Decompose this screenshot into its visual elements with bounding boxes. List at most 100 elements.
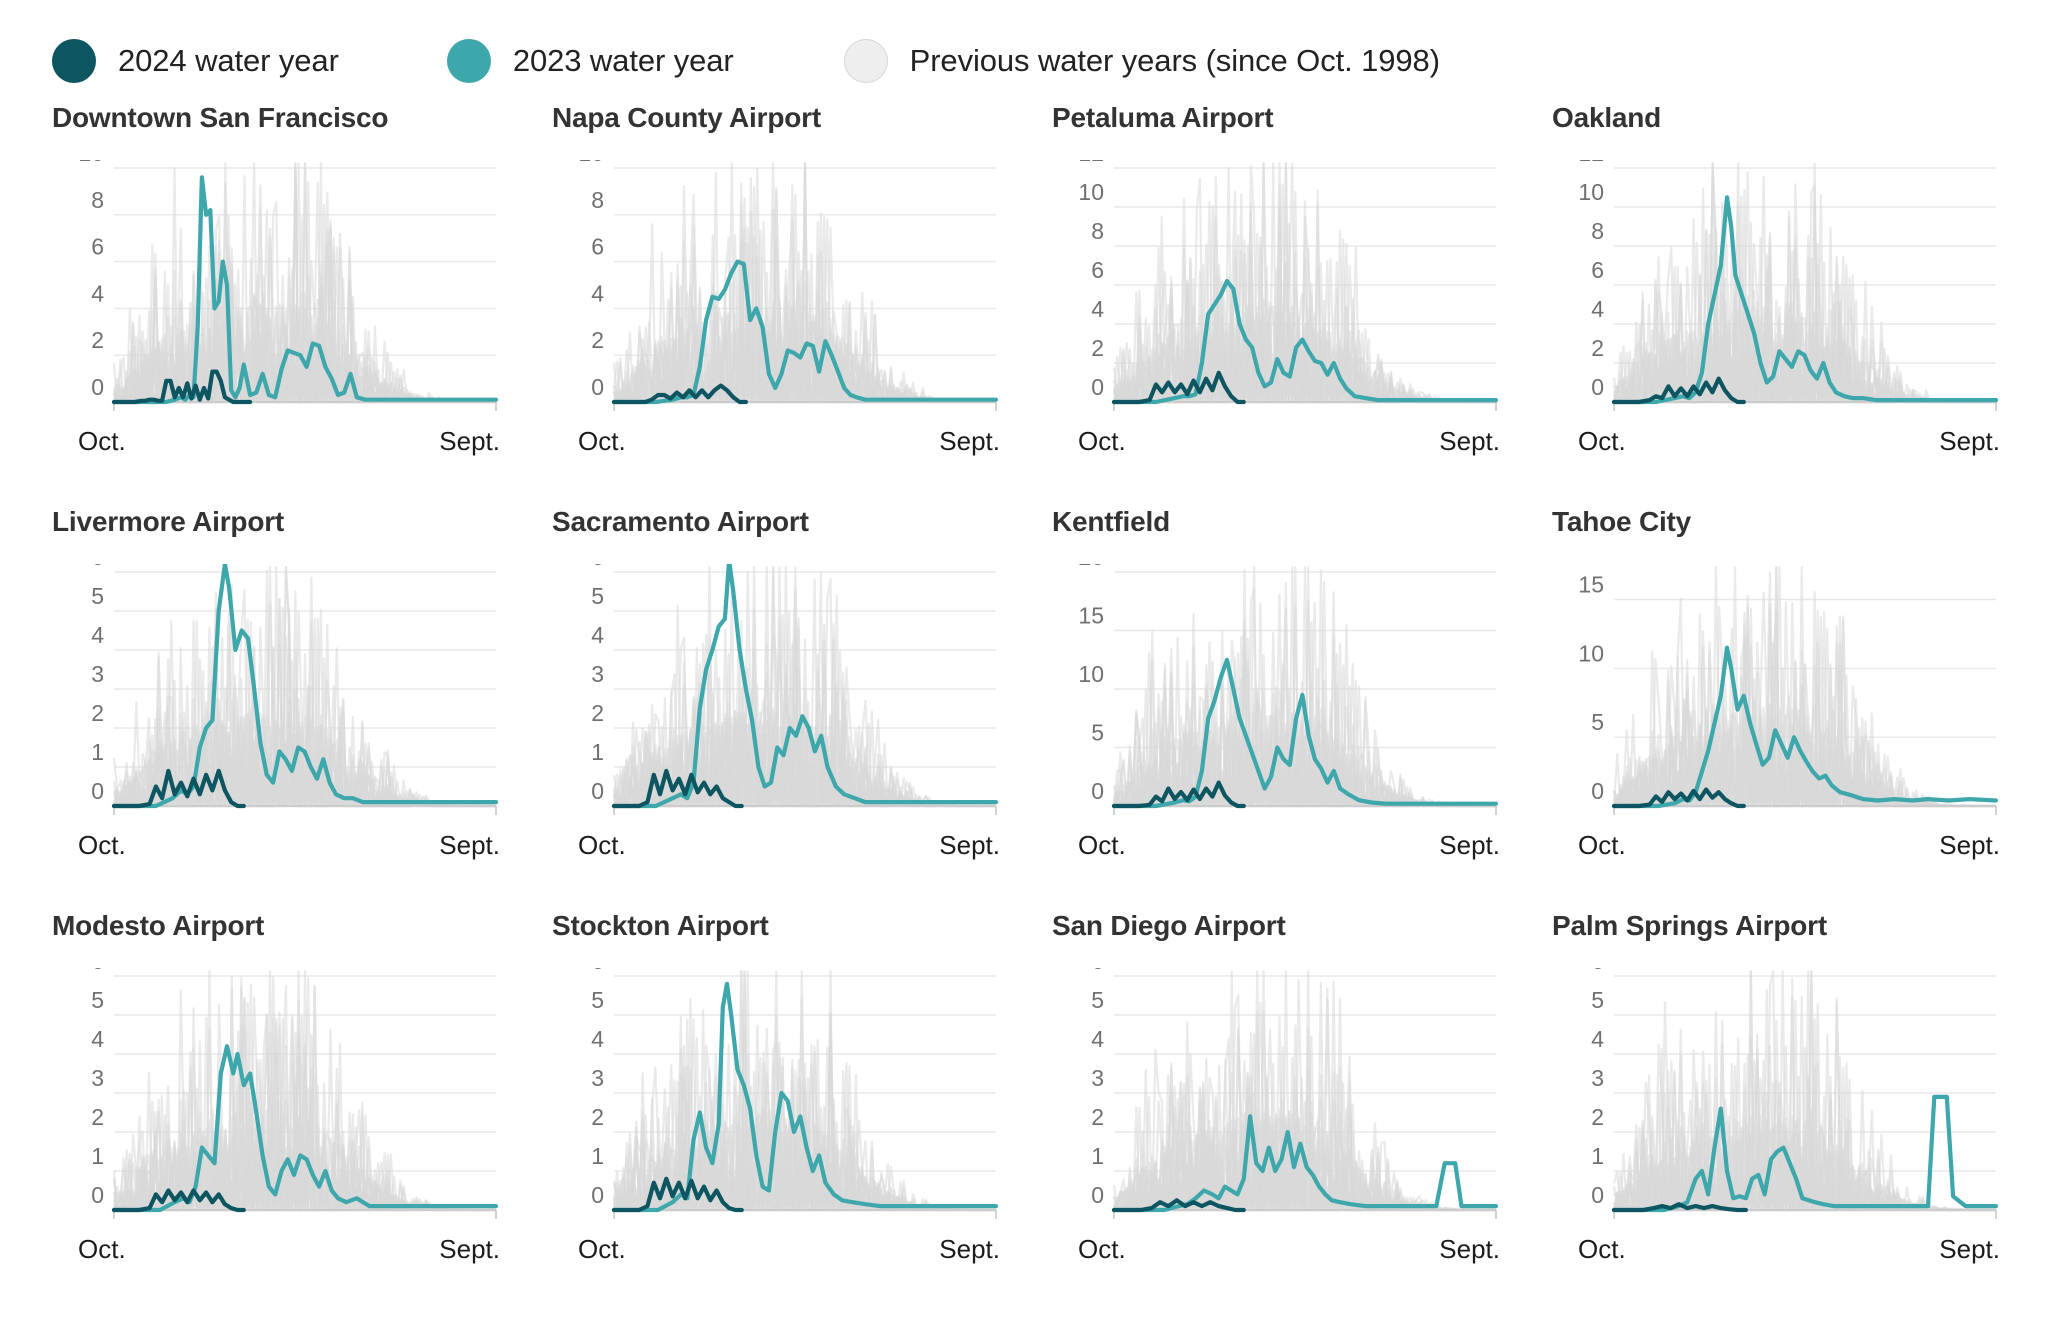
- svg-text:2: 2: [91, 1104, 104, 1130]
- legend-label-previous: Previous water years (since Oct. 1998): [909, 43, 1440, 78]
- chart-panel[interactable]: Downtown San Francisco 10 8 6 4 2 0 Oct. Sept.: [52, 96, 552, 500]
- x-axis: Oct. Sept.: [1552, 824, 2000, 872]
- chart-panel-title: Tahoe City: [1552, 506, 1692, 537]
- svg-text:6: 6: [1591, 257, 1604, 283]
- legend-item-2024[interactable]: 2024 water year: [52, 37, 339, 85]
- svg-text:4: 4: [1591, 1026, 1604, 1052]
- x-axis-end-label: Sept.: [1939, 1234, 2000, 1264]
- svg-text:0: 0: [1591, 778, 1604, 804]
- svg-text:5: 5: [91, 987, 104, 1013]
- plot-area[interactable]: 12 10 8 6 4 2 0: [1552, 160, 2000, 418]
- chart-panel[interactable]: Kentfield 20 15 10 5 0 Oct. Sept.: [1052, 500, 1552, 904]
- svg-text:10: 10: [578, 160, 604, 166]
- x-axis: Oct. Sept.: [52, 1228, 500, 1276]
- chart-panel[interactable]: Sacramento Airport 6 5 4 3 2 1 0 Oct. Sept.: [552, 500, 1052, 904]
- x-axis-end-label: Sept.: [1939, 426, 2000, 456]
- svg-text:8: 8: [1091, 218, 1104, 244]
- line-chart-svg: 12 10 8 6 4 2 0: [1078, 160, 1499, 411]
- svg-text:4: 4: [91, 280, 104, 306]
- svg-text:6: 6: [591, 968, 604, 974]
- svg-text:6: 6: [1091, 968, 1104, 974]
- svg-text:6: 6: [91, 564, 104, 570]
- x-axis-start-label: Oct.: [578, 1234, 626, 1264]
- chart-panel-title: Petaluma Airport: [1052, 102, 1274, 133]
- x-axis: Oct. Sept.: [1052, 824, 1500, 872]
- x-axis-start-label: Oct.: [1078, 1234, 1126, 1264]
- svg-text:5: 5: [91, 583, 104, 609]
- svg-text:10: 10: [1578, 640, 1604, 666]
- x-axis: Oct. Sept.: [552, 1228, 1000, 1276]
- water-year-precipitation-dashboard: 2024 water year 2023 water year Previous…: [0, 0, 2048, 1336]
- svg-text:0: 0: [1591, 1182, 1604, 1208]
- x-axis: Oct. Sept.: [552, 420, 1000, 468]
- svg-text:2: 2: [1591, 1104, 1604, 1130]
- chart-panel[interactable]: Palm Springs Airport 6 5 4 3 2 1 0 Oct. Sept.: [1552, 904, 2048, 1308]
- svg-text:6: 6: [1091, 257, 1104, 283]
- x-axis-end-label: Sept.: [1439, 1234, 1500, 1264]
- x-axis-start-label: Oct.: [1078, 830, 1126, 860]
- svg-text:5: 5: [591, 583, 604, 609]
- plot-area[interactable]: 12 10 8 6 4 2 0: [1052, 160, 1500, 418]
- plot-area[interactable]: 6 5 4 3 2 1 0: [52, 564, 500, 822]
- x-axis-end-label: Sept.: [1439, 830, 1500, 860]
- plot-area[interactable]: 15 10 5 0: [1552, 564, 2000, 822]
- plot-area[interactable]: 20 15 10 5 0: [1052, 564, 1500, 822]
- chart-panel-title: Stockton Airport: [552, 910, 769, 941]
- svg-text:6: 6: [1591, 968, 1604, 974]
- svg-text:10: 10: [1078, 179, 1104, 205]
- chart-panel[interactable]: Oakland 12 10 8 6 4 2 0 Oct. Sept.: [1552, 96, 2048, 500]
- svg-text:6: 6: [591, 564, 604, 570]
- svg-text:0: 0: [1091, 778, 1104, 804]
- x-axis-end-label: Sept.: [439, 1234, 500, 1264]
- x-axis-end-label: Sept.: [939, 830, 1000, 860]
- line-chart-svg: 12 10 8 6 4 2 0: [1578, 160, 1999, 411]
- svg-text:10: 10: [78, 160, 104, 166]
- chart-panel[interactable]: Stockton Airport 6 5 4 3 2 1 0 Oct. Sept.: [552, 904, 1052, 1308]
- legend-label-2024: 2024 water year: [118, 43, 339, 78]
- x-axis: Oct. Sept.: [1052, 1228, 1500, 1276]
- svg-text:4: 4: [1091, 1026, 1104, 1052]
- svg-text:1: 1: [591, 739, 604, 765]
- chart-panel[interactable]: Modesto Airport 6 5 4 3 2 1 0 Oct. Sept.: [52, 904, 552, 1308]
- chart-panel[interactable]: Petaluma Airport 12 10 8 6 4 2 0 Oct. Sept.: [1052, 96, 1552, 500]
- chart-panel-title: Kentfield: [1052, 506, 1170, 537]
- plot-area[interactable]: 6 5 4 3 2 1 0: [552, 968, 1000, 1226]
- chart-panel-title: Sacramento Airport: [552, 506, 809, 537]
- plot-area[interactable]: 6 5 4 3 2 1 0: [1052, 968, 1500, 1226]
- legend-item-2023[interactable]: 2023 water year: [446, 37, 734, 85]
- chart-panel[interactable]: Tahoe City 15 10 5 0 Oct. Sept.: [1552, 500, 2048, 904]
- chart-panel-title: Livermore Airport: [52, 506, 285, 537]
- x-axis-start-label: Oct.: [1578, 426, 1626, 456]
- chart-panel-title: Napa County Airport: [552, 102, 821, 133]
- svg-text:3: 3: [91, 661, 104, 687]
- chart-panel-title: Downtown San Francisco: [52, 102, 389, 133]
- svg-text:4: 4: [591, 280, 604, 306]
- svg-text:15: 15: [1578, 572, 1604, 598]
- plot-area[interactable]: 6 5 4 3 2 1 0: [52, 968, 500, 1226]
- x-axis-end-label: Sept.: [439, 426, 500, 456]
- x-axis-start-label: Oct.: [578, 830, 626, 860]
- svg-text:12: 12: [1578, 160, 1604, 166]
- svg-text:15: 15: [1078, 603, 1104, 629]
- svg-text:2: 2: [91, 700, 104, 726]
- chart-panel[interactable]: Livermore Airport 6 5 4 3 2 1 0 Oct. Sept.: [52, 500, 552, 904]
- chart-panel[interactable]: San Diego Airport 6 5 4 3 2 1 0 Oct. Sept.: [1052, 904, 1552, 1308]
- chart-panel[interactable]: Napa County Airport 10 8 6 4 2 0 Oct. Sept.: [552, 96, 1052, 500]
- legend-label-2023: 2023 water year: [512, 43, 734, 78]
- svg-text:12: 12: [1078, 160, 1104, 166]
- legend-item-previous[interactable]: Previous water years (since Oct. 1998): [843, 37, 1440, 85]
- x-axis-end-label: Sept.: [1939, 830, 2000, 860]
- x-axis-start-label: Oct.: [78, 426, 126, 456]
- plot-area[interactable]: 10 8 6 4 2 0: [52, 160, 500, 418]
- plot-area[interactable]: 6 5 4 3 2 1 0: [1552, 968, 2000, 1226]
- x-axis-end-label: Sept.: [939, 1234, 1000, 1264]
- svg-text:4: 4: [91, 1026, 104, 1052]
- svg-text:3: 3: [591, 1065, 604, 1091]
- x-axis: Oct. Sept.: [1052, 420, 1500, 468]
- svg-text:4: 4: [1091, 296, 1104, 322]
- plot-area[interactable]: 6 5 4 3 2 1 0: [552, 564, 1000, 822]
- chart-panel-title: Palm Springs Airport: [1552, 910, 1828, 941]
- svg-text:0: 0: [591, 778, 604, 804]
- x-axis-start-label: Oct.: [78, 830, 126, 860]
- plot-area[interactable]: 10 8 6 4 2 0: [552, 160, 1000, 418]
